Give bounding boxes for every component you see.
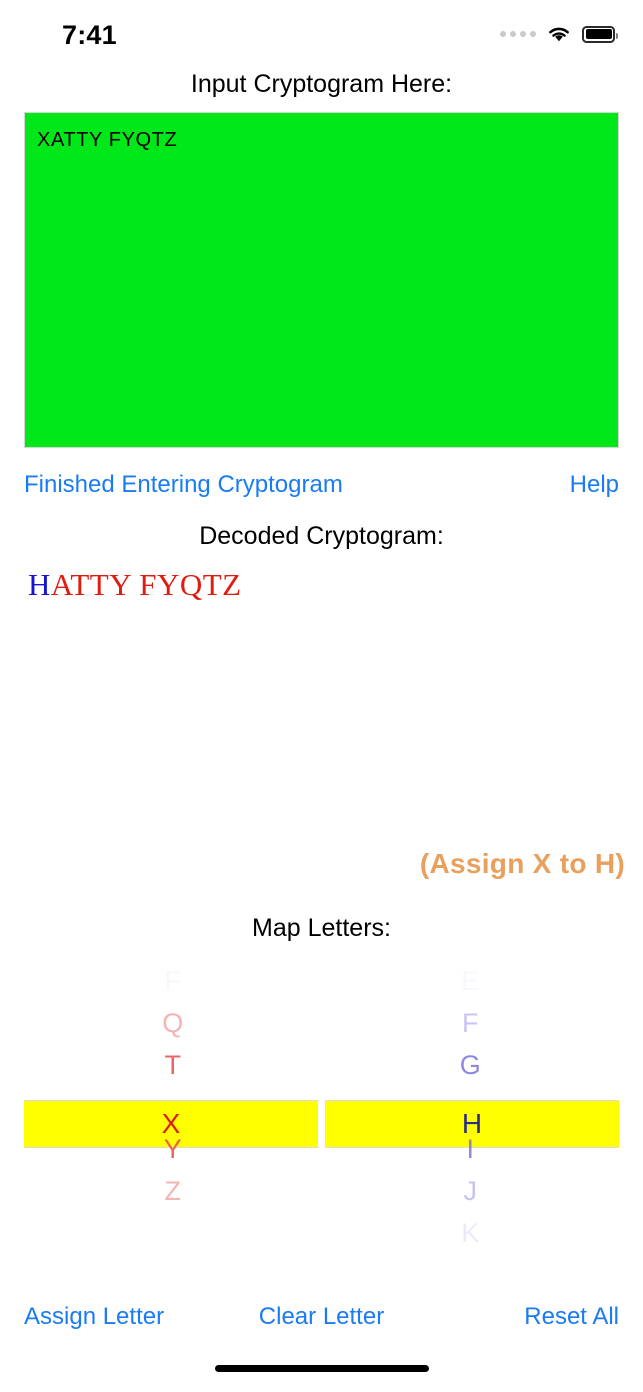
status-time: 7:41 — [62, 20, 117, 50]
finished-entering-cryptogram-button[interactable]: Finished Entering Cryptogram — [24, 471, 343, 499]
picker-item[interactable]: Q — [24, 1002, 322, 1044]
picker-item[interactable]: T — [24, 1044, 322, 1086]
selected-plain-letter[interactable]: H — [325, 1100, 619, 1148]
battery-full-icon — [582, 25, 618, 43]
input-section-title: Input Cryptogram Here: — [190, 70, 453, 98]
picker-item[interactable]: J — [322, 1170, 620, 1212]
home-indicator[interactable] — [214, 1365, 429, 1372]
decoded-unsolved-text: ATTY FYQTZ — [50, 567, 242, 602]
decoded-solved-text: H — [28, 567, 51, 602]
picker-item[interactable]: F — [322, 1002, 620, 1044]
decoded-section-title: Decoded Cryptogram: — [199, 522, 444, 550]
help-button[interactable]: Help — [570, 471, 619, 499]
picker-item[interactable]: F — [24, 960, 322, 1002]
decoded-cryptogram-output: HATTY FYQTZ — [28, 566, 628, 605]
cryptogram-input[interactable] — [24, 112, 619, 448]
picker-item[interactable]: G — [322, 1044, 620, 1086]
selected-cipher-letter[interactable]: X — [24, 1100, 318, 1148]
picker-item[interactable]: Z — [24, 1170, 322, 1212]
status-indicators — [500, 24, 618, 44]
map-letters-title: Map Letters: — [252, 914, 391, 942]
signal-dots-icon — [500, 31, 536, 37]
assign-hint-label: (Assign X to H) — [419, 848, 625, 879]
picker-item[interactable]: K — [322, 1212, 620, 1254]
reset-all-button[interactable]: Reset All — [524, 1303, 619, 1331]
app-screen: 7:41 Input Cryptogram Here: Finished Ent… — [0, 0, 643, 1392]
letter-mapping-picker[interactable]: F Q T Y Z E F G I J K X H — [24, 960, 619, 1260]
picker-item[interactable]: E — [322, 960, 620, 1002]
status-bar: 7:41 — [0, 0, 643, 62]
wifi-icon — [549, 27, 569, 42]
